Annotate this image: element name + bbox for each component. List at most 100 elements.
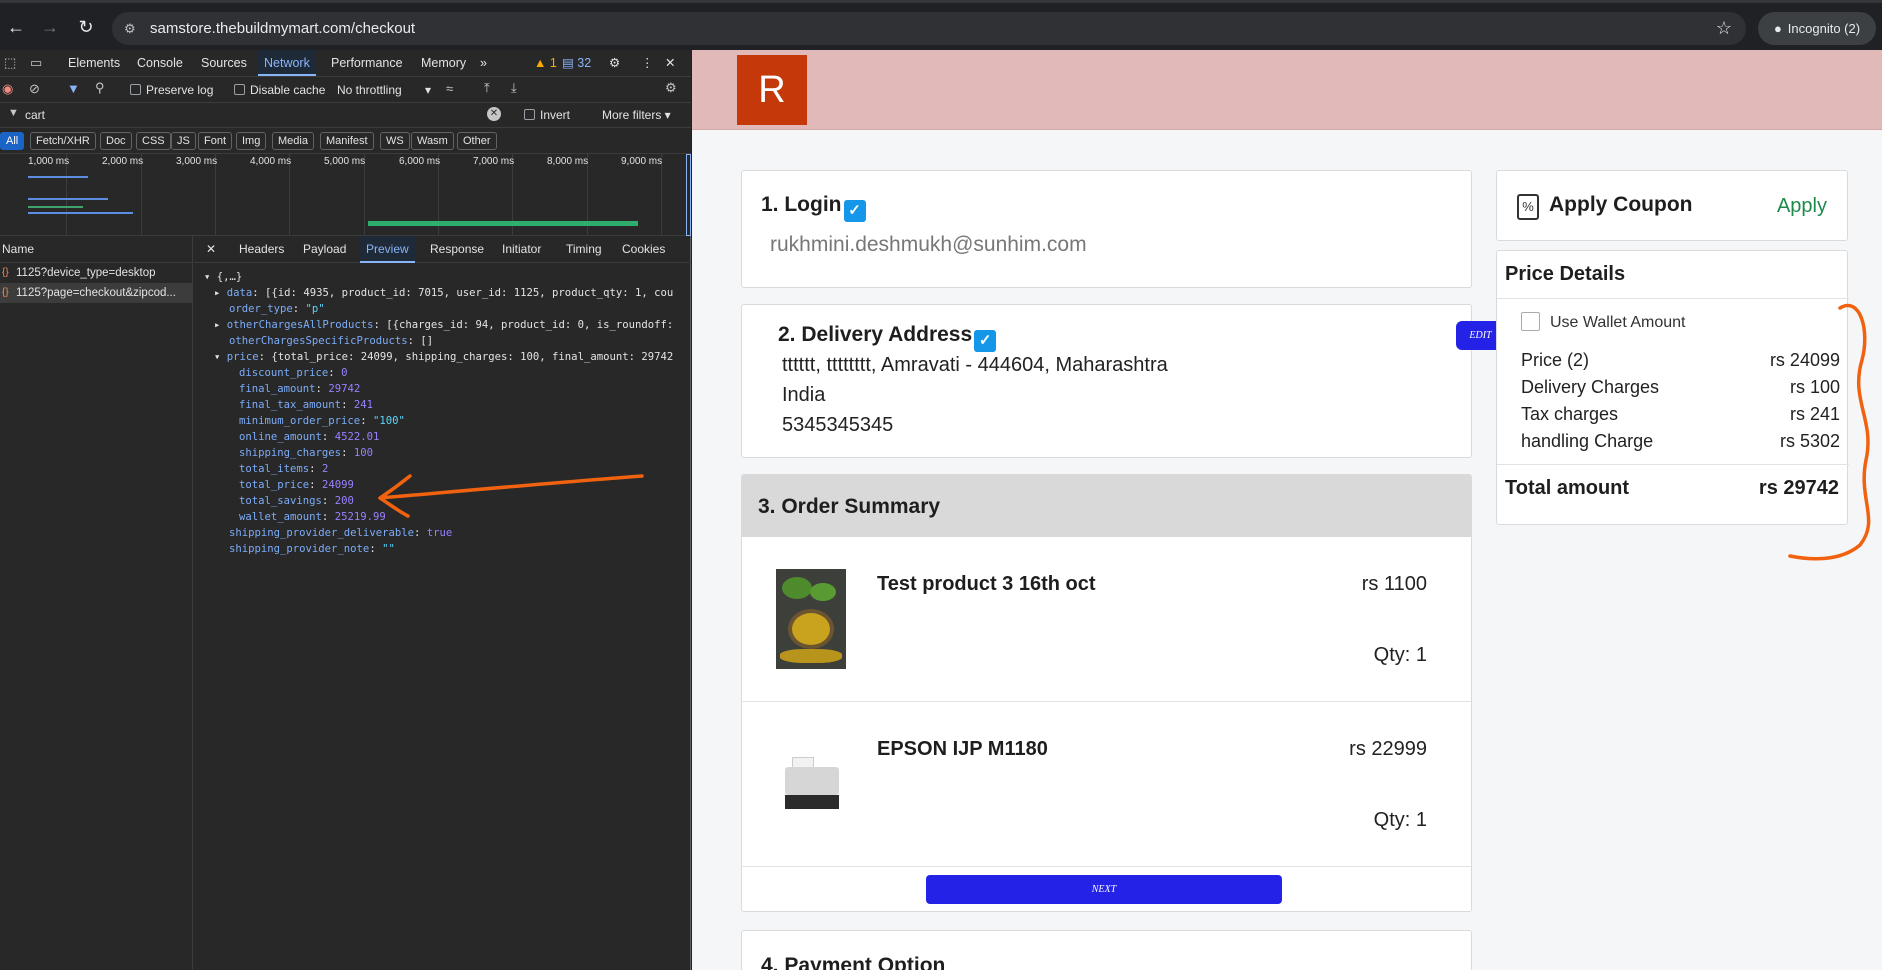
forward-icon[interactable]: → — [40, 17, 60, 37]
filter-other[interactable]: Other — [457, 132, 497, 150]
clear-icon[interactable]: ⊘ — [29, 81, 40, 97]
apply-coupon-link[interactable]: Apply — [1777, 195, 1827, 218]
filter-ws[interactable]: WS — [380, 132, 410, 150]
back-icon[interactable]: ← — [6, 17, 26, 37]
throttling-select[interactable]: No throttling ▾ — [337, 83, 431, 97]
tab-headers[interactable]: Headers — [239, 236, 284, 263]
tab-payload[interactable]: Payload — [303, 236, 346, 263]
total-amount-value: rs 29742 — [1758, 477, 1839, 499]
name-column-header[interactable]: Name — [0, 236, 192, 263]
tab-initiator[interactable]: Initiator — [502, 236, 541, 263]
message-count-value: 32 — [577, 56, 592, 70]
more-tabs-icon[interactable]: » — [480, 50, 487, 76]
filter-font[interactable]: Font — [198, 132, 233, 150]
json-line-deliverable: shipping_provider_deliverable: true — [229, 527, 453, 539]
inspect-element-icon[interactable]: ⬚ — [4, 55, 16, 71]
reload-icon[interactable]: ↻ — [76, 17, 96, 37]
import-har-icon[interactable]: ⤒ — [484, 80, 490, 96]
bookmark-star-icon[interactable]: ☆ — [1716, 12, 1732, 45]
filter-manifest[interactable]: Manifest — [320, 132, 374, 150]
tab-elements[interactable]: Elements — [68, 50, 120, 76]
json-root[interactable]: ▾ {,…} — [194, 269, 691, 285]
filter-fetch-xhr[interactable]: Fetch/XHR — [30, 132, 96, 150]
message-count[interactable]: ▤ 32 — [562, 50, 591, 76]
wallet-checkbox[interactable]: Use Wallet Amount — [1521, 312, 1685, 332]
json-price-field: final_tax_amount: 241 — [239, 399, 373, 411]
more-filters-label: More filters — [602, 108, 662, 122]
timeline-bar — [368, 221, 638, 226]
export-har-icon[interactable]: ⤓ — [511, 80, 517, 96]
json-line-data[interactable]: ▸ data: [{id: 4935, product_id: 7015, us… — [194, 285, 691, 301]
json-line-other-charges-all[interactable]: ▸ otherChargesAllProducts: [{charges_id:… — [194, 317, 691, 333]
preserve-log-checkbox[interactable]: Preserve log — [130, 83, 213, 97]
tab-cookies[interactable]: Cookies — [622, 236, 665, 263]
wallet-checkbox-box[interactable] — [1521, 312, 1540, 331]
price-row: handling Charge rs 5302 — [1521, 431, 1840, 452]
product-image-printer[interactable] — [776, 757, 846, 817]
network-overview-timeline[interactable]: 1,000 ms 2,000 ms 3,000 ms 4,000 ms 5,00… — [0, 154, 691, 236]
tab-memory[interactable]: Memory — [421, 50, 466, 76]
request-item[interactable]: {} 1125?device_type=desktop — [0, 263, 192, 283]
close-devtools-icon[interactable]: ✕ — [665, 50, 675, 76]
filter-media[interactable]: Media — [272, 132, 314, 150]
settings-gear-icon[interactable]: ⚙ — [609, 50, 620, 76]
product-image-fenugreek[interactable] — [776, 569, 846, 669]
request-item-selected[interactable]: {} 1125?page=checkout&zipcod... — [0, 283, 192, 303]
filter-css[interactable]: CSS — [136, 132, 171, 150]
json-value: 200 — [334, 495, 354, 507]
json-key: otherChargesSpecificProducts — [229, 335, 408, 347]
filter-all[interactable]: All — [0, 132, 25, 150]
filter-img[interactable]: Img — [236, 132, 267, 150]
network-conditions-icon[interactable]: ≈ — [446, 81, 453, 96]
json-value: 25219.99 — [334, 511, 386, 523]
json-value: [{charges_id: 94, product_id: 0, is_roun… — [386, 319, 674, 331]
warning-count[interactable]: ▲ 1 — [534, 50, 557, 76]
kebab-menu-icon[interactable]: ⋮ — [641, 50, 654, 76]
close-detail-icon[interactable]: ✕ — [206, 236, 216, 263]
json-line-price[interactable]: ▾ price: {total_price: 24099, shipping_c… — [194, 349, 691, 365]
address-bar[interactable]: ⚙ samstore.thebuildmymart.com/checkout ☆ — [112, 12, 1746, 45]
url-text: samstore.thebuildmymart.com/checkout — [150, 20, 416, 37]
search-icon[interactable]: ⚲ — [95, 80, 105, 96]
product-name[interactable]: EPSON IJP M1180 — [877, 738, 1048, 761]
incognito-badge[interactable]: ● Incognito (2) — [1758, 12, 1876, 45]
product-price: rs 22999 — [1349, 738, 1427, 760]
product-name[interactable]: Test product 3 16th oct — [877, 573, 1096, 596]
clear-filter-icon[interactable]: ✕ — [487, 107, 501, 121]
more-filters-dropdown[interactable]: More filters ▾ — [602, 108, 671, 122]
tab-preview[interactable]: Preview — [360, 236, 415, 263]
network-settings-icon[interactable]: ⚙ — [665, 80, 677, 96]
tab-network[interactable]: Network — [258, 50, 316, 76]
product-row[interactable]: EPSON IJP M1180 rs 22999 Qty: 1 — [742, 702, 1471, 867]
detail-tabbar: ✕ Headers Payload Preview Response Initi… — [194, 236, 691, 263]
timeline-selection-handle[interactable] — [686, 154, 691, 236]
tab-timing[interactable]: Timing — [566, 236, 602, 263]
payment-section[interactable]: 4. Payment Option — [741, 930, 1472, 970]
record-stop-icon[interactable]: ◉ — [2, 81, 13, 97]
price-row-value: rs 24099 — [1769, 350, 1840, 370]
device-toolbar-icon[interactable]: ▭ — [30, 55, 42, 71]
filter-wasm[interactable]: Wasm — [411, 132, 454, 150]
filter-icon[interactable]: ▼ — [67, 81, 80, 96]
tab-response[interactable]: Response — [430, 236, 484, 263]
tab-sources[interactable]: Sources — [201, 50, 247, 76]
timeline-tick: 8,000 ms — [547, 156, 589, 167]
site-info-icon[interactable]: ⚙ — [124, 12, 136, 45]
json-price-field: total_items: 2 — [239, 463, 329, 475]
request-json-icon: {} — [2, 287, 9, 298]
tab-console[interactable]: Console — [137, 50, 183, 76]
delivery-title: 2. Delivery Address ✓ — [778, 323, 997, 352]
json-price-field: total_savings: 200 — [239, 495, 354, 507]
tab-performance[interactable]: Performance — [331, 50, 403, 76]
filter-js[interactable]: JS — [171, 132, 196, 150]
site-logo[interactable]: R — [737, 55, 807, 125]
filter-doc[interactable]: Doc — [100, 132, 132, 150]
next-button[interactable]: NEXT — [926, 875, 1282, 904]
filter-input[interactable]: cart — [25, 108, 45, 122]
price-row-value: rs 5302 — [1779, 431, 1840, 451]
price-divider — [1497, 464, 1849, 465]
json-value: 0 — [341, 367, 348, 379]
disable-cache-checkbox[interactable]: Disable cache — [234, 83, 325, 97]
product-row[interactable]: Test product 3 16th oct rs 1100 Qty: 1 — [742, 537, 1471, 702]
invert-checkbox[interactable]: Invert — [524, 108, 570, 122]
